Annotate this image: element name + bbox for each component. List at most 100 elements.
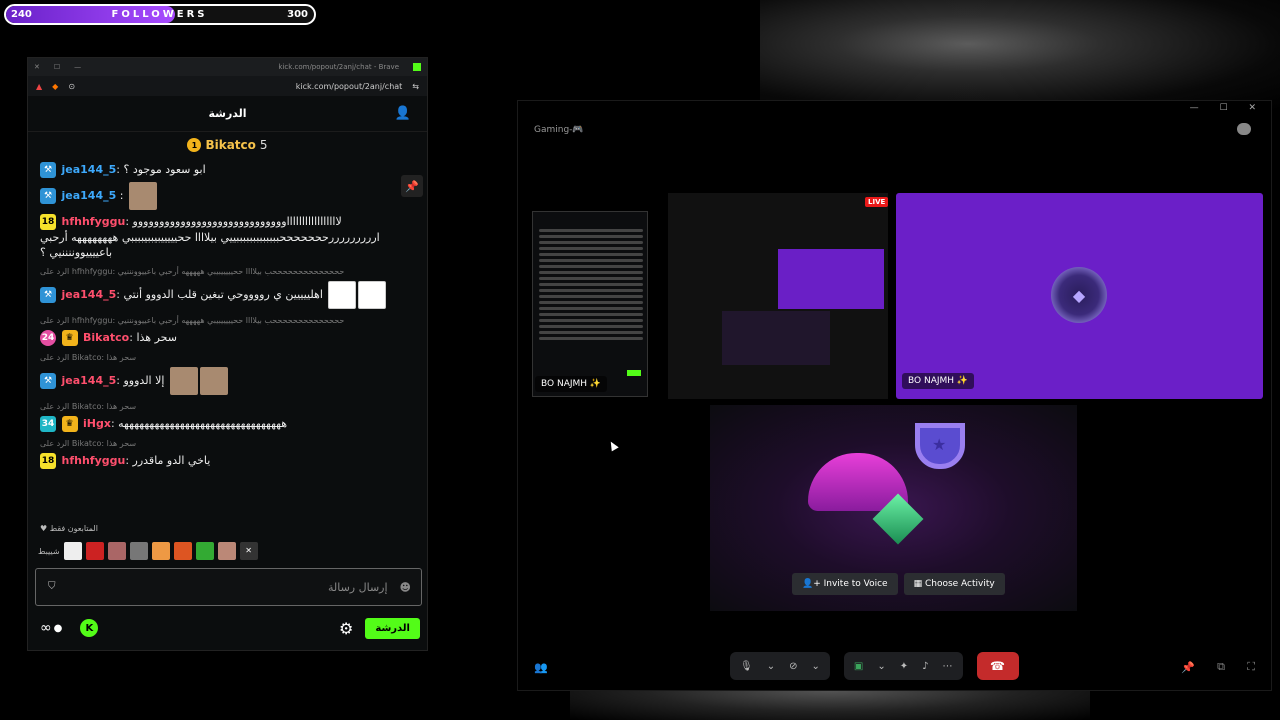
moderator-badge-icon: ⚒ (40, 287, 56, 303)
stream-preview-lines (539, 226, 643, 343)
followers-only-notice: ♥ المتابعون فقط (40, 524, 98, 533)
chat-username[interactable]: jea144_5 (62, 374, 117, 387)
chat-text: سحر هذا (136, 331, 177, 344)
emote-button[interactable] (85, 542, 104, 560)
pinned-user: Bikatco (205, 138, 256, 152)
chat-bubble-icon[interactable] (1237, 123, 1251, 135)
activity-panel: ★ 👤+ Invite to Voice ▦ Choose Activity (710, 405, 1077, 611)
dots-icon[interactable]: ● (54, 623, 63, 634)
pin-icon[interactable]: 📌 (1181, 661, 1195, 674)
disconnect-button[interactable]: ☎ (976, 652, 1019, 680)
brave-shield-icon[interactable]: ◆ (52, 82, 58, 91)
emote-button[interactable] (129, 542, 148, 560)
channel-name[interactable]: Gaming-🎮 (534, 125, 584, 135)
screen-share-icon[interactable]: ▣ (854, 661, 863, 672)
chevron-down-icon[interactable]: ⌄ (767, 661, 775, 672)
followers-goal-bar: 240 FOLLOWERS 300 (4, 4, 316, 25)
add-user-icon[interactable]: 👥 (534, 661, 548, 674)
camera-off-icon[interactable]: ⊘ (789, 661, 797, 672)
followers-current: 240 (11, 9, 32, 20)
chat-input[interactable]: ⛉ إرسال رسالة ☻ (35, 568, 422, 606)
emote-button[interactable] (107, 542, 126, 560)
close-icon[interactable]: ✕ (34, 63, 40, 71)
emote-image (169, 367, 198, 395)
emote-button[interactable] (217, 542, 236, 560)
chat-username[interactable]: jea144_5 (62, 189, 117, 202)
pinned-count: 5 (259, 138, 268, 152)
fullscreen-icon[interactable]: ⛶ (1247, 660, 1255, 674)
chevron-down-icon[interactable]: ⌄ (877, 661, 885, 672)
stream-tile-chat[interactable]: BO NAJMH ✨ (532, 211, 648, 397)
stream-preview-activity (722, 311, 830, 365)
chat-window: ✕ ☐ — kick.com/popout/2anj/chat - Brave … (27, 57, 428, 651)
chat-message: ⚒ jea144_5: إلا الدووو (40, 367, 410, 395)
emote-button[interactable] (63, 542, 82, 560)
gift-badge: 24 (40, 330, 56, 346)
emote-button[interactable] (173, 542, 192, 560)
chat-input-placeholder[interactable]: إرسال رسالة (328, 581, 388, 594)
window-titlebar: ✕ ☐ — kick.com/popout/2anj/chat - Brave (28, 58, 427, 76)
reply-context[interactable]: الرد على Bikatco: سحر هذا (40, 350, 410, 365)
address-url[interactable]: kick.com/popout/2anj/chat (296, 82, 403, 91)
choose-activity-button[interactable]: ▦ Choose Activity (903, 573, 1005, 595)
stream-tile-screen[interactable] (668, 193, 888, 399)
chat-username[interactable]: iHgx (83, 417, 111, 430)
chat-username[interactable]: hfhhfyggu (62, 454, 126, 467)
coin-icon: 1 (187, 138, 202, 152)
emote-button[interactable] (195, 542, 214, 560)
window-title: kick.com/popout/2anj/chat - Brave (278, 63, 399, 71)
emote-image (129, 182, 157, 210)
minimize-icon[interactable]: — (74, 63, 81, 71)
send-chat-button[interactable]: الدرشة (365, 617, 420, 639)
emote-image (328, 281, 357, 309)
activity-icon[interactable]: ✦ (900, 661, 908, 672)
chat-username[interactable]: hfhhfyggu (62, 215, 126, 228)
soundboard-icon[interactable]: ♪ (922, 661, 928, 672)
reply-context[interactable]: الرد على Bikatco: سحر هذا (40, 436, 410, 451)
moderator-badge-icon: ⚒ (40, 162, 56, 178)
followers-only-label: المتابعون فقط (49, 524, 98, 533)
infinity-icon[interactable]: ∞ (40, 620, 52, 636)
kick-icon[interactable]: K (80, 619, 99, 637)
kick-logo-icon (413, 63, 421, 71)
audio-video-controls: 🎙 ⌄ ⊘ ⌄ (730, 652, 830, 680)
emote-image (199, 367, 228, 395)
emote-button[interactable] (151, 542, 170, 560)
followers-label: FOLLOWERS (111, 9, 208, 20)
reply-context[interactable]: الرد على Bikatco: سحر هذا (40, 399, 410, 414)
chat-message: ⚒ jea144_5 : (40, 182, 410, 210)
address-bar[interactable]: ▲ ◆ ⊙ kick.com/popout/2anj/chat ⇆ (28, 76, 427, 96)
chat-username[interactable]: Bikatco (83, 331, 129, 344)
emoji-icon[interactable]: ☻ (400, 581, 411, 594)
send-preview (627, 370, 641, 376)
chat-username[interactable]: jea144_5 (62, 288, 117, 301)
settings-icon[interactable]: ⇆ (412, 82, 419, 91)
popout-icon[interactable]: ⧉ (1217, 660, 1225, 674)
chat-username[interactable]: jea144_5 (62, 163, 117, 176)
subscriber-badge: 18 (40, 453, 56, 469)
window-controls[interactable]: — ☐ ✕ (1190, 103, 1265, 113)
site-info-icon[interactable]: ⊙ (68, 82, 75, 91)
user-nameplate: BO NAJMH ✨ (535, 376, 608, 392)
more-icon[interactable]: ⋯ (943, 661, 953, 672)
reply-context[interactable]: الرد على hfhhfyggu: ححححححححححححححب بيلا… (40, 313, 410, 328)
moderator-badge-icon: ⚒ (40, 188, 56, 204)
emote-image (358, 281, 387, 309)
pinned-gifter[interactable]: 1 Bikatco 5 (28, 132, 427, 158)
users-icon[interactable]: 👤 (395, 106, 411, 121)
moderator-badge-icon: ⚒ (40, 373, 56, 389)
gear-icon[interactable]: ⚙ (339, 619, 353, 638)
mute-icon[interactable]: ✕ (239, 542, 258, 560)
share-controls: ▣ ⌄ ✦ ♪ ⋯ (843, 652, 963, 680)
brave-warning-icon[interactable]: ▲ (36, 82, 42, 91)
crown-badge-icon: ♛ (61, 416, 78, 432)
reply-context[interactable]: الرد على hfhhfyggu: ححححححححححححححب بيلا… (40, 264, 410, 279)
stream-preview-video (778, 249, 884, 309)
chevron-down-icon[interactable]: ⌄ (811, 661, 819, 672)
invite-to-voice-button[interactable]: 👤+ Invite to Voice (792, 573, 898, 595)
user-tile[interactable]: ◆ BO NAJMH ✨ (896, 193, 1263, 399)
chat-text: ابو سعود موجود ؟ (123, 163, 206, 176)
maximize-icon[interactable]: ☐ (54, 63, 60, 71)
user-nameplate: BO NAJMH ✨ (902, 373, 975, 389)
microphone-icon[interactable]: 🎙 (740, 661, 753, 672)
